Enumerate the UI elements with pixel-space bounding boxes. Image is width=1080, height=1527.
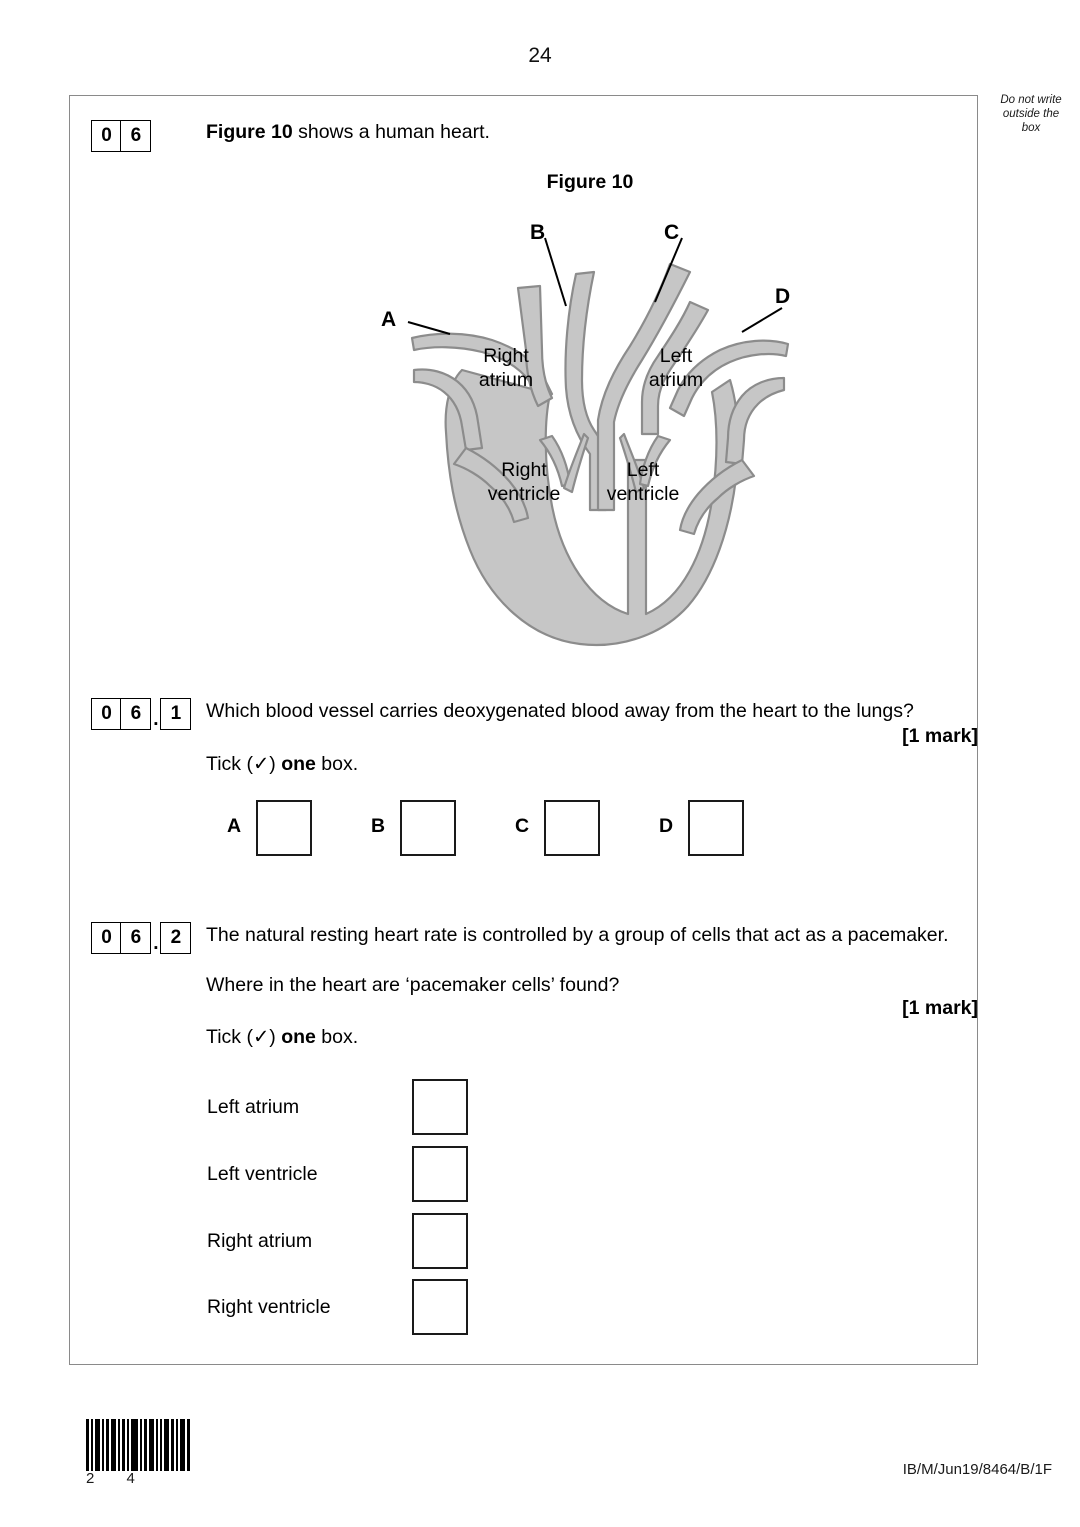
leader-line-b <box>544 237 567 307</box>
option-label-right-atrium: Right atrium <box>207 1230 313 1252</box>
tickbox-left-atrium[interactable] <box>412 1079 468 1135</box>
tickbox-right-ventricle[interactable] <box>412 1279 468 1335</box>
chamber-label-left-atrium: Left atrium <box>630 344 722 392</box>
question-06-stem: Figure 10 shows a human heart. <box>206 119 926 146</box>
q06-2-digit-0: 0 <box>91 922 122 954</box>
barcode <box>86 1419 192 1471</box>
question-06-2-line-1: The natural resting heart rate is contro… <box>206 924 949 946</box>
left-atrium-line-2: atrium <box>648 369 704 391</box>
figure-label-a: A <box>381 308 397 331</box>
question-digit-0: 0 <box>91 120 122 152</box>
question-number-06-1: 0 6 . 1 <box>91 698 192 730</box>
tickbox-right-atrium[interactable] <box>412 1213 468 1269</box>
tick-mid-1: ) <box>269 753 282 775</box>
question-06-2-marks: [1 mark] <box>902 997 978 1019</box>
margin-note-line-2: outside the <box>1002 108 1060 120</box>
q06-1-sub-digit: 1 <box>160 698 192 730</box>
tick-post-2: box. <box>315 1026 359 1048</box>
leader-line-a <box>407 321 451 335</box>
q06-1-digit-6: 6 <box>120 698 152 730</box>
chamber-label-right-ventricle: Right ventricle <box>477 458 571 506</box>
tick-mid-2: ) <box>269 1026 282 1048</box>
option-letter-d: D <box>658 815 674 837</box>
question-06-2-tick-instruction: Tick (✓) one box. <box>206 1024 358 1051</box>
tick-check-icon-2: ✓ <box>252 1026 270 1048</box>
option-label-left-ventricle: Left ventricle <box>207 1163 318 1185</box>
barcode-digits: 2 4 <box>86 1470 149 1487</box>
tickbox-left-ventricle[interactable] <box>412 1146 468 1202</box>
right-atrium-line-1: Right <box>483 345 529 367</box>
question-number-06: 0 6 <box>91 120 152 152</box>
tickbox-option-c[interactable] <box>544 800 600 856</box>
figure-10-heart-diagram <box>370 210 830 670</box>
figure-label-c: C <box>664 221 680 244</box>
option-label-right-ventricle: Right ventricle <box>207 1296 331 1318</box>
figure-label-d: D <box>775 285 791 308</box>
tickbox-option-d[interactable] <box>688 800 744 856</box>
question-06-1-prompt: Which blood vessel carries deoxygenated … <box>206 700 914 722</box>
right-ventricle-line-1: Right <box>501 459 547 481</box>
leader-line-d <box>741 307 783 333</box>
tick-pre-2: Tick ( <box>206 1026 253 1048</box>
tickbox-option-a[interactable] <box>256 800 312 856</box>
q06-2-sub-digit: 2 <box>160 922 192 954</box>
margin-note-line-3: box <box>1021 122 1041 134</box>
left-atrium-line-1: Left <box>659 345 693 367</box>
margin-note-line-1: Do not write <box>1000 94 1062 106</box>
page-number: 24 <box>528 44 552 67</box>
tick-bold-2: one <box>281 1026 316 1048</box>
tick-pre-1: Tick ( <box>206 753 253 775</box>
q06-1-digit-0: 0 <box>91 698 122 730</box>
option-letter-b: B <box>370 815 386 837</box>
figure-label-b: B <box>530 221 546 244</box>
q06-2-separator: . <box>153 933 159 954</box>
left-ventricle-line-1: Left <box>626 459 660 481</box>
option-letter-a: A <box>226 815 242 837</box>
figure-10-title: Figure 10 <box>546 171 634 193</box>
question-digit-6: 6 <box>120 120 152 152</box>
q06-2-digit-6: 6 <box>120 922 152 954</box>
right-ventricle-line-2: ventricle <box>487 483 561 505</box>
question-number-06-2: 0 6 . 2 <box>91 922 192 954</box>
chamber-label-left-ventricle: Left ventricle <box>596 458 690 506</box>
chamber-label-right-atrium: Right atrium <box>460 344 552 392</box>
q06-1-separator: . <box>153 709 159 730</box>
tick-check-icon-1: ✓ <box>252 753 270 775</box>
question-06-stem-rest: shows a human heart. <box>292 121 490 143</box>
question-06-1-tick-instruction: Tick (✓) one box. <box>206 751 358 778</box>
question-06-1-marks: [1 mark] <box>902 725 978 747</box>
do-not-write-outside-box-note: Do not write outside the box <box>985 93 1077 135</box>
right-atrium-line-2: atrium <box>478 369 534 391</box>
tick-post-1: box. <box>315 753 359 775</box>
left-ventricle-line-2: ventricle <box>606 483 680 505</box>
tick-bold-1: one <box>281 753 316 775</box>
option-letter-c: C <box>514 815 530 837</box>
paper-reference-code: IB/M/Jun19/8464/B/1F <box>902 1461 1052 1478</box>
tickbox-option-b[interactable] <box>400 800 456 856</box>
option-label-left-atrium: Left atrium <box>207 1096 300 1118</box>
question-06-stem-bold: Figure 10 <box>206 121 293 143</box>
question-06-2-line-2: Where in the heart are ‘pacemaker cells’… <box>206 974 620 996</box>
